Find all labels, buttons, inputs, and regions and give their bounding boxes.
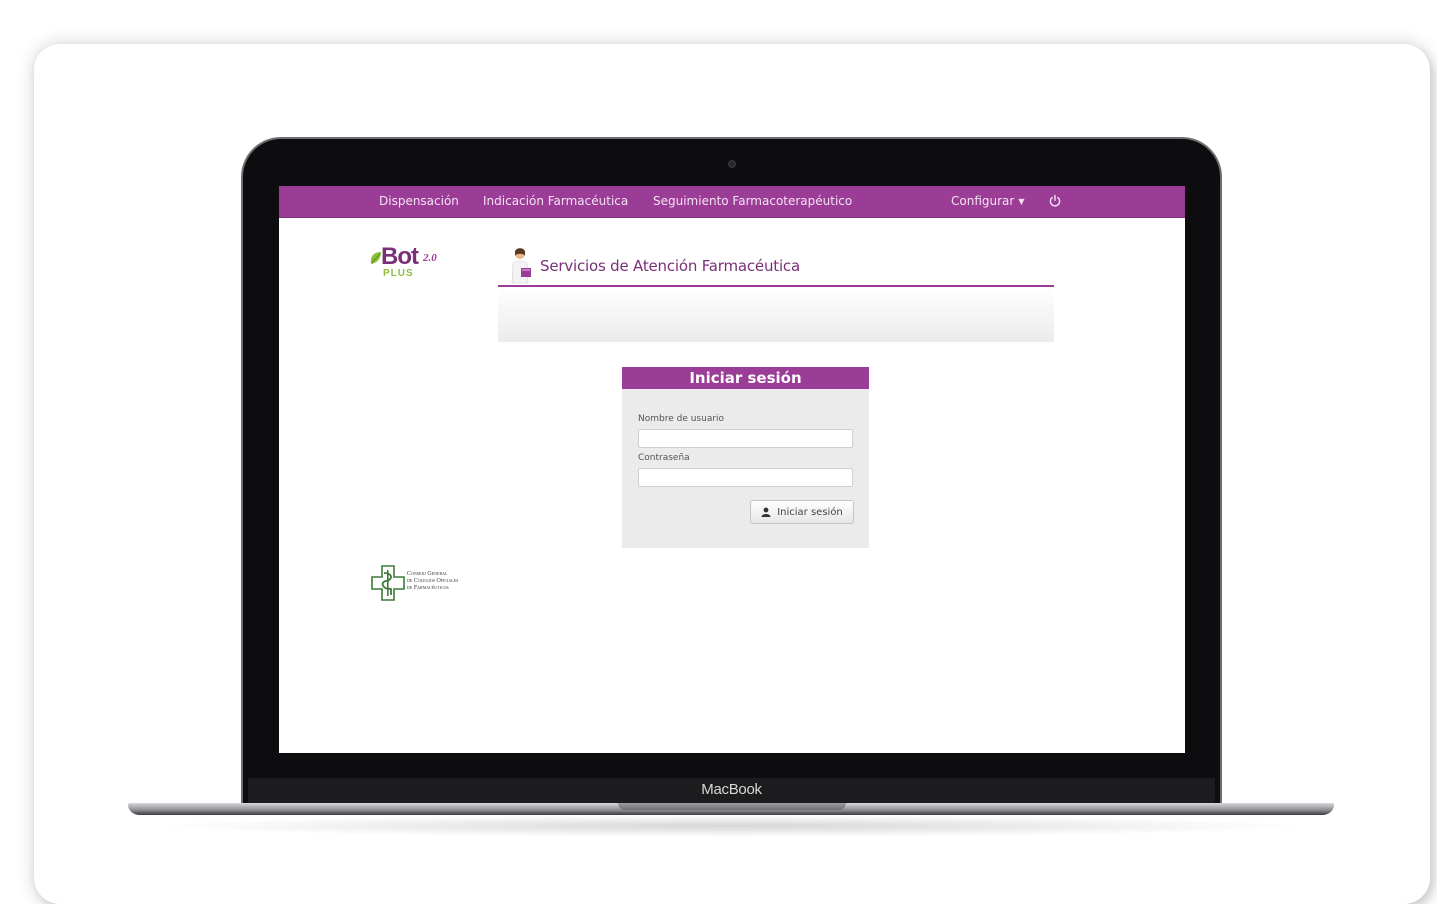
power-icon[interactable]: [1048, 194, 1062, 208]
password-label: Contraseña: [638, 453, 690, 463]
user-icon: [761, 507, 771, 517]
council-line-3: de Farmacéuticos: [407, 585, 449, 591]
login-button[interactable]: Iniciar sesión: [750, 500, 854, 524]
laptop-shadow: [150, 815, 1310, 837]
username-input[interactable]: [638, 429, 853, 448]
logo-plus: PLUS: [383, 268, 414, 279]
logo-name: Bot: [381, 243, 419, 270]
username-label: Nombre de usuario: [638, 414, 725, 424]
device-brand: MacBook: [701, 781, 762, 798]
configure-label: Configurar: [951, 194, 1015, 208]
council-name: Consejo General de Colegios Oficiales de…: [407, 571, 458, 592]
nav-item-seguimiento[interactable]: Seguimiento Farmacoterapéutico: [653, 194, 852, 208]
app-screen: Dispensación Indicación Farmacéutica Seg…: [279, 186, 1185, 753]
top-navbar: Dispensación Indicación Farmacéutica Seg…: [279, 186, 1185, 218]
bot-plus-logo: Bot 2.0 PLUS: [367, 243, 467, 284]
council-logo: Consejo General de Colegios Oficiales de…: [371, 565, 501, 605]
login-title: Iniciar sesión: [622, 367, 869, 389]
logo-version: 2.0: [423, 252, 437, 264]
login-panel: Iniciar sesión Nombre de usuario Contras…: [622, 367, 869, 548]
configure-menu[interactable]: Configurar ▼: [951, 194, 1024, 208]
camera-icon: [728, 160, 736, 168]
council-line-2: de Colegios Oficiales: [407, 578, 459, 584]
login-button-label: Iniciar sesión: [777, 506, 843, 518]
pharmacist-icon: [511, 248, 531, 284]
laptop-notch: [618, 803, 846, 810]
password-input[interactable]: [638, 468, 853, 487]
nav-item-indicacion[interactable]: Indicación Farmacéutica: [483, 194, 628, 208]
pharmacy-cross-icon: [371, 565, 405, 601]
nav-item-dispensacion[interactable]: Dispensación: [379, 194, 459, 208]
header-divider: [498, 285, 1054, 287]
page-title: Servicios de Atención Farmacéutica: [540, 257, 800, 275]
caret-down-icon: ▼: [1018, 197, 1025, 206]
council-line-1: Consejo General: [407, 571, 448, 577]
